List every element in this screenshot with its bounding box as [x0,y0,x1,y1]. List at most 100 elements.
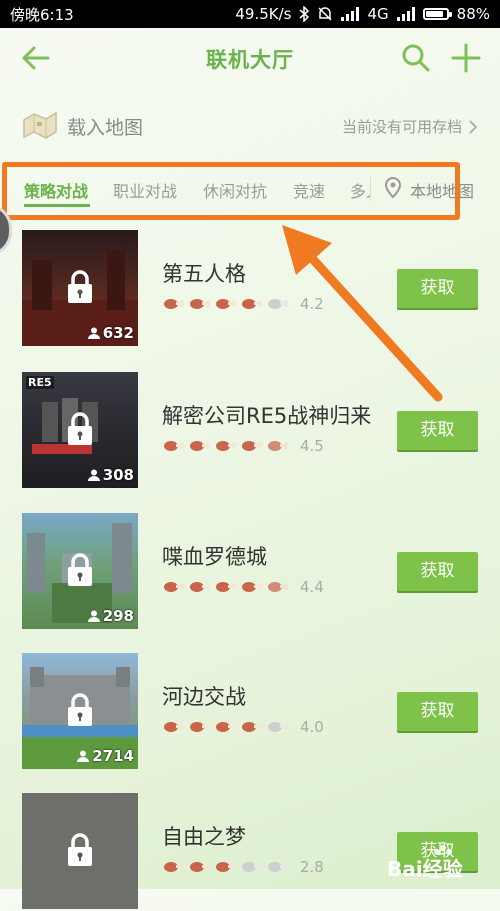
tab-casual[interactable]: 休闲对抗 [203,178,267,202]
title-bar: 联机大厅 [0,28,500,90]
get-button[interactable]: 获取 [397,411,478,450]
lock-icon [68,693,92,726]
drumstick-icon-half [268,582,288,592]
drumstick-icon-half [268,441,288,451]
rating: 4.2 [162,295,324,313]
baidu-watermark-logo: Bai经验 [387,845,463,881]
lock-icon [68,833,92,866]
category-tabs: 策略对战 职业对战 休闲对抗 竞速 多人 本地地图 [0,163,500,219]
rating: 2.8 [162,858,324,876]
tab-active-indicator [24,204,90,207]
drumstick-icon-filled [216,299,236,309]
person-icon [87,327,100,339]
watermark-text: Bai经验 [387,857,463,881]
get-button[interactable]: 获取 [397,692,478,731]
map-name: 解密公司RE5战神归来 [162,404,372,428]
no-save-text: 当前没有可用存档 [341,118,462,136]
drumstick-icon-filled [216,441,236,451]
drumstick-icon-filled [242,722,262,732]
signal-icon-2 [396,7,415,21]
map-name: 自由之梦 [162,825,246,849]
tab-strategy[interactable]: 策略对战 [24,178,88,202]
person-icon [77,750,90,762]
drumstick-icon-filled [216,582,236,592]
thumbnail-label: RE5 [26,376,54,389]
load-map-row[interactable]: 载入地图 当前没有可用存档 [0,100,500,152]
list-item[interactable]: 298 喋血罗德城 4.4 获取 [0,513,500,631]
map-thumbnail: 2714 [22,653,138,769]
rating-value: 4.5 [300,437,324,455]
lock-icon [68,270,92,303]
drumstick-icon-filled [164,862,184,872]
drumstick-icon-filled [216,862,236,872]
plus-icon[interactable] [450,42,482,74]
map-icon [23,111,57,139]
battery-icon [422,8,452,20]
player-count-value: 2714 [92,747,134,765]
drumstick-icon-empty [268,862,288,872]
chevron-right-icon [469,119,478,134]
drumstick-icon-filled [242,582,262,592]
no-save-status: 当前没有可用存档 [342,116,478,137]
list-item[interactable]: RE5 308 解密公司RE5战神归来 4.5 获取 [0,372,500,490]
rating-value: 4.0 [300,718,324,736]
network-type: 4G [367,5,389,23]
drumstick-icon-filled [242,441,262,451]
list-item[interactable]: 2714 河边交战 4.0 获取 [0,653,500,771]
rating: 4.4 [162,578,324,596]
get-button[interactable]: 获取 [397,552,478,591]
signal-icon [341,7,360,21]
drumstick-icon-filled [216,722,236,732]
local-map-tab[interactable]: 本地地图 [410,178,476,202]
player-count: 632 [87,324,134,342]
drumstick-icon-filled [164,582,184,592]
map-name: 河边交战 [162,685,246,709]
drumstick-icon-empty [242,862,262,872]
mute-icon [318,7,333,21]
tab-profession[interactable]: 职业对战 [113,178,177,202]
rating: 4.5 [162,437,324,455]
player-count: 308 [87,466,134,484]
drumstick-icon-filled [190,722,210,732]
map-thumbnail: RE5 308 [22,372,138,488]
map-thumbnail [22,793,138,909]
drumstick-icon-filled [190,441,210,451]
load-map-label: 载入地图 [67,117,144,139]
network-speed: 49.5K/s [235,5,292,23]
drumstick-icon-filled [190,862,210,872]
status-time: 傍晚6:13 [10,5,74,24]
tab-racing[interactable]: 竞速 [293,178,325,202]
tab-divider [370,177,371,201]
drumstick-icon-filled [242,299,262,309]
drumstick-icon-filled [190,582,210,592]
rating-value: 4.2 [300,295,324,313]
rating: 4.0 [162,718,324,736]
map-name: 喋血罗德城 [162,545,267,569]
search-icon[interactable] [400,42,432,74]
list-item[interactable]: 632 第五人格 4.2 获取 [0,230,500,348]
rating-value: 4.4 [300,578,324,596]
map-thumbnail: 298 [22,513,138,629]
person-icon [87,610,100,622]
status-bar: 傍晚6:13 49.5K/s 4G 88% [0,0,500,28]
bluetooth-icon [299,6,310,22]
map-name: 第五人格 [162,262,246,286]
lock-icon [68,412,92,445]
drumstick-icon-empty [268,299,288,309]
drumstick-icon-filled [164,299,184,309]
drumstick-icon-empty [268,722,288,732]
drumstick-icon-filled [164,722,184,732]
player-count-value: 632 [102,324,134,342]
get-button[interactable]: 获取 [397,269,478,308]
battery-level: 88% [456,5,490,23]
player-count-value: 298 [102,607,134,625]
map-thumbnail: 632 [22,230,138,346]
player-count-value: 308 [102,466,134,484]
tab-multiplayer[interactable]: 多人 [350,178,370,202]
lock-icon [68,553,92,586]
drumstick-icon-filled [190,299,210,309]
location-pin-icon [384,177,402,199]
person-icon [87,469,100,481]
drumstick-icon-filled [164,441,184,451]
player-count: 298 [87,607,134,625]
